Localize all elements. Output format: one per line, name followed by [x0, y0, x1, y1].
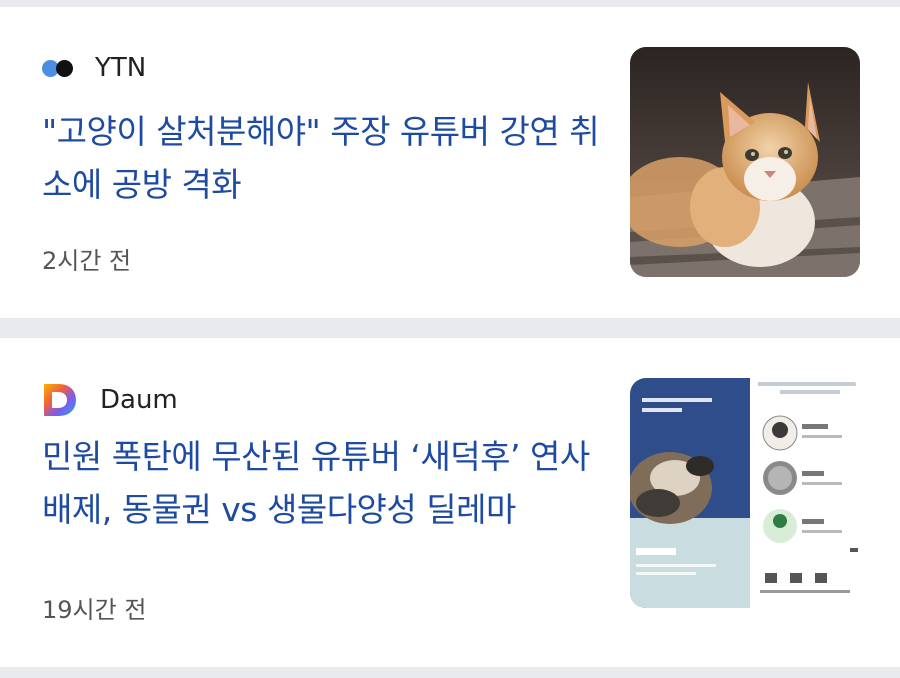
headline-link[interactable]: "고양이 살처분해야" 주장 유튜버 강연 취소에 공방 격화: [42, 105, 602, 211]
news-card[interactable]: YTN "고양이 살처분해야" 주장 유튜버 강연 취소에 공방 격화 2시간 …: [0, 7, 900, 318]
news-card[interactable]: Daum 민원 폭탄에 무산된 유튜버 ‘새덕후’ 연사 배제, 동물권 vs …: [0, 338, 900, 667]
news-feed: YTN "고양이 살처분해야" 주장 유튜버 강연 취소에 공방 격화 2시간 …: [0, 0, 900, 678]
event-poster-image: [630, 378, 860, 608]
top-divider: [0, 0, 900, 7]
cat-photo-image: [630, 47, 860, 277]
timestamp: 19시간 전: [42, 596, 147, 624]
source-row: YTN: [42, 53, 146, 83]
article-thumbnail[interactable]: [630, 47, 860, 277]
ytn-logo-icon: [42, 59, 73, 77]
article-thumbnail[interactable]: [630, 378, 860, 608]
source-name: YTN: [95, 53, 147, 83]
daum-logo-icon: [44, 384, 76, 416]
source-row: Daum: [42, 382, 178, 418]
headline-link[interactable]: 민원 폭탄에 무산된 유튜버 ‘새덕후’ 연사 배제, 동물권 vs 생물다양성…: [42, 430, 612, 536]
source-name: Daum: [100, 385, 178, 415]
bottom-divider: [0, 667, 900, 678]
timestamp: 2시간 전: [42, 247, 132, 275]
